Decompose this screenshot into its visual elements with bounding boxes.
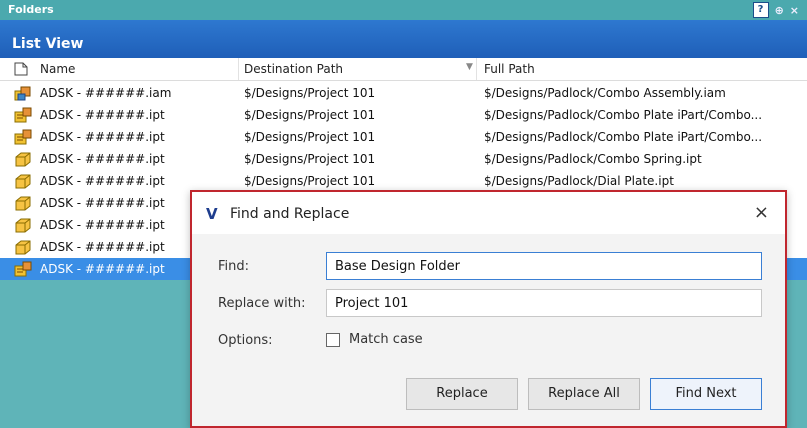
row-full-path: $/Designs/Padlock/Combo Plate iPart/Comb… xyxy=(484,130,763,144)
table-row[interactable]: ADSK - ######.iam $/Designs/Project 101 $/… xyxy=(0,82,807,104)
ipart-icon xyxy=(14,261,32,277)
close-icon[interactable]: × xyxy=(790,4,799,17)
ipart-icon xyxy=(14,129,32,145)
column-separator[interactable] xyxy=(238,58,239,80)
document-icon xyxy=(14,62,28,76)
row-name: ADSK - ######.ipt xyxy=(40,262,165,276)
column-header-full-path[interactable]: Full Path xyxy=(484,62,535,76)
table-row[interactable]: ADSK - ######.ipt $/Designs/Project 101 $/… xyxy=(0,148,807,170)
row-destination-path: $/Designs/Project 101 xyxy=(244,130,376,144)
dialog-title-bar: V Find and Replace × xyxy=(192,192,785,234)
ipart-icon xyxy=(14,107,32,123)
pin-icon[interactable]: ⊕ xyxy=(775,4,784,17)
folders-title-bar: Folders ? ⊕ × xyxy=(0,0,807,20)
part-icon xyxy=(15,240,31,255)
replace-input[interactable] xyxy=(326,289,762,317)
row-full-path: $/Designs/Padlock/Combo Spring.ipt xyxy=(484,152,702,166)
row-destination-path: $/Designs/Project 101 xyxy=(244,86,376,100)
find-next-button[interactable]: Find Next xyxy=(650,378,762,410)
help-icon[interactable]: ? xyxy=(752,2,769,18)
list-view-title: List View xyxy=(12,36,84,52)
row-name: ADSK - ######.ipt xyxy=(40,196,165,210)
part-icon xyxy=(15,196,31,211)
find-replace-dialog: V Find and Replace × Find: Replace with:… xyxy=(190,190,787,428)
row-name: ADSK - ######.ipt xyxy=(40,152,165,166)
replace-label: Replace with: xyxy=(218,296,306,311)
row-name: ADSK - ######.ipt xyxy=(40,108,165,122)
find-label: Find: xyxy=(218,259,250,274)
dialog-title: Find and Replace xyxy=(230,206,350,222)
row-name: ADSK - ######.ipt xyxy=(40,240,165,254)
row-destination-path: $/Designs/Project 101 xyxy=(244,108,376,122)
replace-button[interactable]: Replace xyxy=(406,378,518,410)
match-case-label[interactable]: Match case xyxy=(349,332,423,347)
find-input[interactable] xyxy=(326,252,762,280)
column-separator[interactable] xyxy=(476,58,477,80)
row-full-path: $/Designs/Padlock/Combo Assembly.iam xyxy=(484,86,726,100)
column-header-destination[interactable]: Destination Path xyxy=(244,62,343,76)
row-destination-path: $/Designs/Project 101 xyxy=(244,152,376,166)
part-icon xyxy=(15,218,31,233)
replace-all-button[interactable]: Replace All xyxy=(528,378,640,410)
table-row[interactable]: ADSK - ######.ipt $/Designs/Project 101 $/… xyxy=(0,126,807,148)
vault-logo-icon: V xyxy=(206,205,218,223)
row-full-path: $/Designs/Padlock/Combo Plate iPart/Comb… xyxy=(484,108,763,122)
title-controls: ? ⊕ × xyxy=(752,2,799,18)
row-name: ADSK - ######.ipt xyxy=(40,130,165,144)
sort-indicator-icon: ▼ xyxy=(466,62,473,72)
table-row[interactable]: ADSK - ######.ipt $/Designs/Project 101 $/… xyxy=(0,104,807,126)
folders-title: Folders xyxy=(8,3,54,16)
part-icon xyxy=(15,152,31,167)
row-destination-path: $/Designs/Project 101 xyxy=(244,174,376,188)
dialog-close-icon[interactable]: × xyxy=(754,202,769,223)
row-name: ADSK - ######.ipt xyxy=(40,218,165,232)
column-header-row: Name Destination Path Full Path xyxy=(0,58,807,81)
match-case-checkbox[interactable] xyxy=(326,333,340,347)
assembly-icon xyxy=(14,86,31,101)
table-row[interactable]: ADSK - ######.ipt $/Designs/Project 101 $/… xyxy=(0,170,807,192)
options-label: Options: xyxy=(218,333,273,348)
row-full-path: $/Designs/Padlock/Dial Plate.ipt xyxy=(484,174,674,188)
row-name: ADSK - ######.iam xyxy=(40,86,172,100)
column-header-name[interactable]: Name xyxy=(40,62,75,76)
part-icon xyxy=(15,174,31,189)
list-view-header: List View xyxy=(0,20,807,58)
row-name: ADSK - ######.ipt xyxy=(40,174,165,188)
